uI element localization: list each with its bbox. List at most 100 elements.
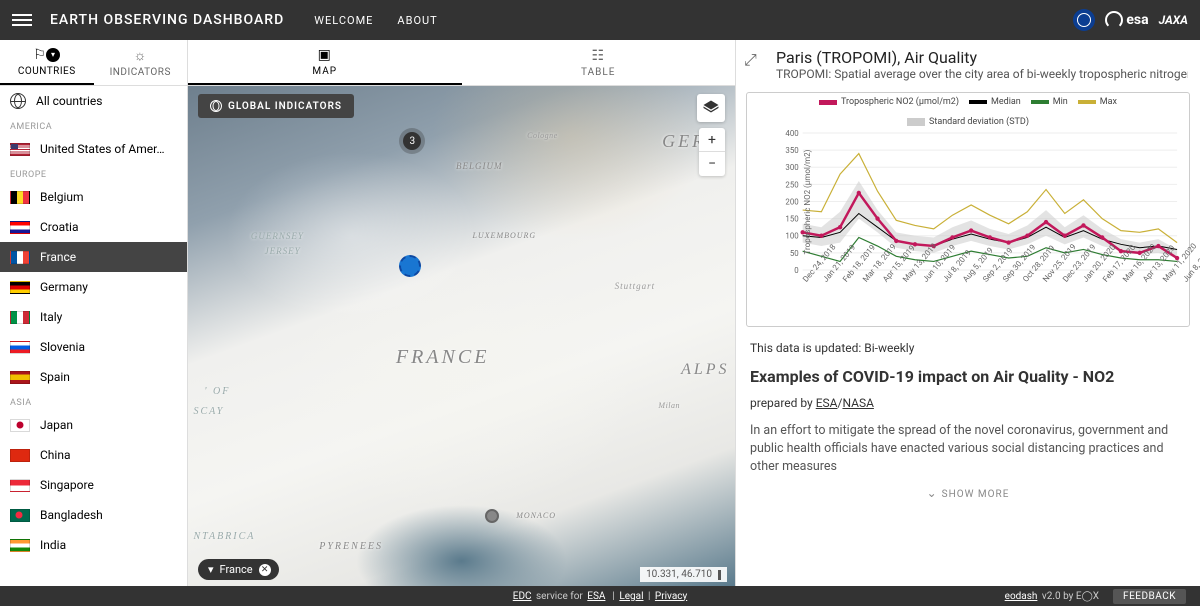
eox-logo[interactable]: E◯X <box>1076 591 1099 602</box>
country-in[interactable]: India <box>0 530 187 560</box>
info-icon[interactable] <box>718 570 721 580</box>
map-label-milan: Milan <box>658 401 680 410</box>
country-all[interactable]: All countries <box>0 86 187 116</box>
chart: Tropospheric NO2 (μmol/m2) Median Min Ma… <box>746 92 1190 327</box>
svg-text:150: 150 <box>785 215 799 224</box>
svg-text:400: 400 <box>785 129 799 138</box>
tab-map-label: MAP <box>312 66 337 77</box>
flag-be-icon <box>10 191 30 204</box>
nasa-logo-icon[interactable] <box>1073 9 1095 31</box>
country-fr[interactable]: France <box>0 242 187 272</box>
country-cn[interactable]: China <box>0 440 187 470</box>
layers-icon <box>702 99 720 117</box>
link-eodash[interactable]: eodash <box>1005 591 1038 602</box>
feedback-button[interactable]: FEEDBACK <box>1113 589 1186 604</box>
country-bd[interactable]: Bangladesh <box>0 500 187 530</box>
country-list: All countries AMERICA United States of A… <box>0 86 187 586</box>
svg-text:0: 0 <box>794 266 799 274</box>
link-esa[interactable]: ESA <box>816 396 838 410</box>
map-label-belgium: BELGIUM <box>456 161 503 171</box>
svg-text:350: 350 <box>785 146 799 155</box>
flag-hr-icon <box>10 221 30 234</box>
tab-table[interactable]: ☷ TABLE <box>462 40 736 85</box>
nav-welcome[interactable]: WELCOME <box>314 14 373 27</box>
country-es[interactable]: Spain <box>0 362 187 392</box>
map-label-luxembourg: LUXEMBOURG <box>472 231 536 240</box>
zoom-in-button[interactable]: + <box>699 128 725 152</box>
country-be[interactable]: Belgium <box>0 182 187 212</box>
link-legal[interactable]: Legal <box>619 591 643 602</box>
close-icon[interactable]: ✕ <box>259 564 271 576</box>
body-text: In an effort to mitigate the spread of t… <box>750 422 1186 476</box>
sidebar: ⚐ ▾ COUNTRIES ☼ INDICATORS All countries… <box>0 40 188 586</box>
map-label-france: FRANCE <box>396 346 490 369</box>
global-indicators-button[interactable]: GLOBAL INDICATORS <box>198 94 354 118</box>
menu-icon[interactable] <box>12 10 32 30</box>
x-axis: Dec 24, 2018Jan 21, 2019Feb 18, 2019Mar … <box>779 274 1183 324</box>
marker-secondary[interactable] <box>485 509 499 523</box>
marker-cluster[interactable]: 3 <box>403 132 421 150</box>
map-label-guernsey: GUERNSEY <box>251 231 304 241</box>
flag-es-icon <box>10 371 30 384</box>
zoom-out-button[interactable]: − <box>699 152 725 176</box>
map-label-stuttgart: Stuttgart <box>615 281 656 291</box>
link-privacy[interactable]: Privacy <box>655 591 687 602</box>
svg-text:100: 100 <box>785 232 799 241</box>
map-label-scay: SCAY <box>193 406 224 417</box>
region-asia: ASIA <box>0 392 187 410</box>
filter-chip-france[interactable]: ▾ France ✕ <box>198 559 279 580</box>
marker-paris[interactable] <box>399 255 421 277</box>
country-hr[interactable]: Croatia <box>0 212 187 242</box>
app-title: EARTH OBSERVING DASHBOARD <box>50 12 284 28</box>
country-sg[interactable]: Singapore <box>0 470 187 500</box>
country-jp[interactable]: Japan <box>0 410 187 440</box>
prepared-by: prepared by ESA/NASA <box>750 396 1186 410</box>
svg-text:50: 50 <box>790 249 799 258</box>
link-edc[interactable]: EDC <box>513 591 532 602</box>
country-it[interactable]: Italy <box>0 302 187 332</box>
footer-center: EDC service for ESA | Legal | Privacy <box>511 591 689 602</box>
esa-logo-icon[interactable]: esa <box>1105 11 1148 29</box>
tab-indicators-label: INDICATORS <box>110 67 171 78</box>
show-more-button[interactable]: SHOW MORE <box>750 486 1186 500</box>
map-label-pyrenees: PYRENEES <box>319 541 383 552</box>
country-si[interactable]: Slovenia <box>0 332 187 362</box>
update-frequency: This data is updated: Bi-weekly <box>750 341 1186 355</box>
tab-map[interactable]: ▣ MAP <box>188 40 462 85</box>
detail-subtitle: TROPOMI: Spatial average over the city a… <box>776 67 1188 81</box>
map-label-ntabrica: NTABRICA <box>193 531 255 542</box>
legend-std: Standard deviation (STD) <box>929 117 1029 127</box>
svg-text:200: 200 <box>785 197 799 206</box>
svg-text:300: 300 <box>785 163 799 172</box>
link-esa-footer[interactable]: ESA <box>587 591 605 602</box>
flag-sg-icon <box>10 479 30 492</box>
layers-button[interactable] <box>697 94 725 122</box>
flag-in-icon <box>10 539 30 552</box>
funnel-icon: ▾ <box>208 563 214 576</box>
coordinates-display: 10.331, 46.710 <box>640 567 727 582</box>
jaxa-logo-icon[interactable]: JAXA <box>1159 13 1188 27</box>
country-us[interactable]: United States of Amer… <box>0 134 187 164</box>
legend-median: Median <box>991 97 1021 107</box>
map[interactable]: FRANCE GERM ALPS BELGIUM LUXEMBOURG MONA… <box>188 86 735 586</box>
flag-bd-icon <box>10 509 30 522</box>
region-europe: EUROPE <box>0 164 187 182</box>
globe-icon <box>10 93 26 109</box>
country-de[interactable]: Germany <box>0 272 187 302</box>
y-axis-label: Tropospheric NO2 (μmol/m2) <box>803 149 812 254</box>
flag-si-icon <box>10 341 30 354</box>
zoom-control: + − <box>699 128 725 176</box>
global-indicators-label: GLOBAL INDICATORS <box>228 101 342 112</box>
filter-chip-label: France <box>220 563 253 576</box>
table-icon: ☷ <box>591 48 605 64</box>
section-title: Examples of COVID-19 impact on Air Quali… <box>750 367 1186 386</box>
link-nasa[interactable]: NASA <box>842 396 873 410</box>
tab-countries[interactable]: ⚐ ▾ COUNTRIES <box>0 40 94 85</box>
filter-icon: ▾ <box>46 48 60 62</box>
map-label-of: ' OF <box>204 386 230 397</box>
tab-indicators[interactable]: ☼ INDICATORS <box>94 40 188 85</box>
expand-icon[interactable]: ⤢ <box>744 50 757 70</box>
flag-us-icon <box>10 143 30 156</box>
nav-about[interactable]: ABOUT <box>397 14 437 27</box>
flag-it-icon <box>10 311 30 324</box>
